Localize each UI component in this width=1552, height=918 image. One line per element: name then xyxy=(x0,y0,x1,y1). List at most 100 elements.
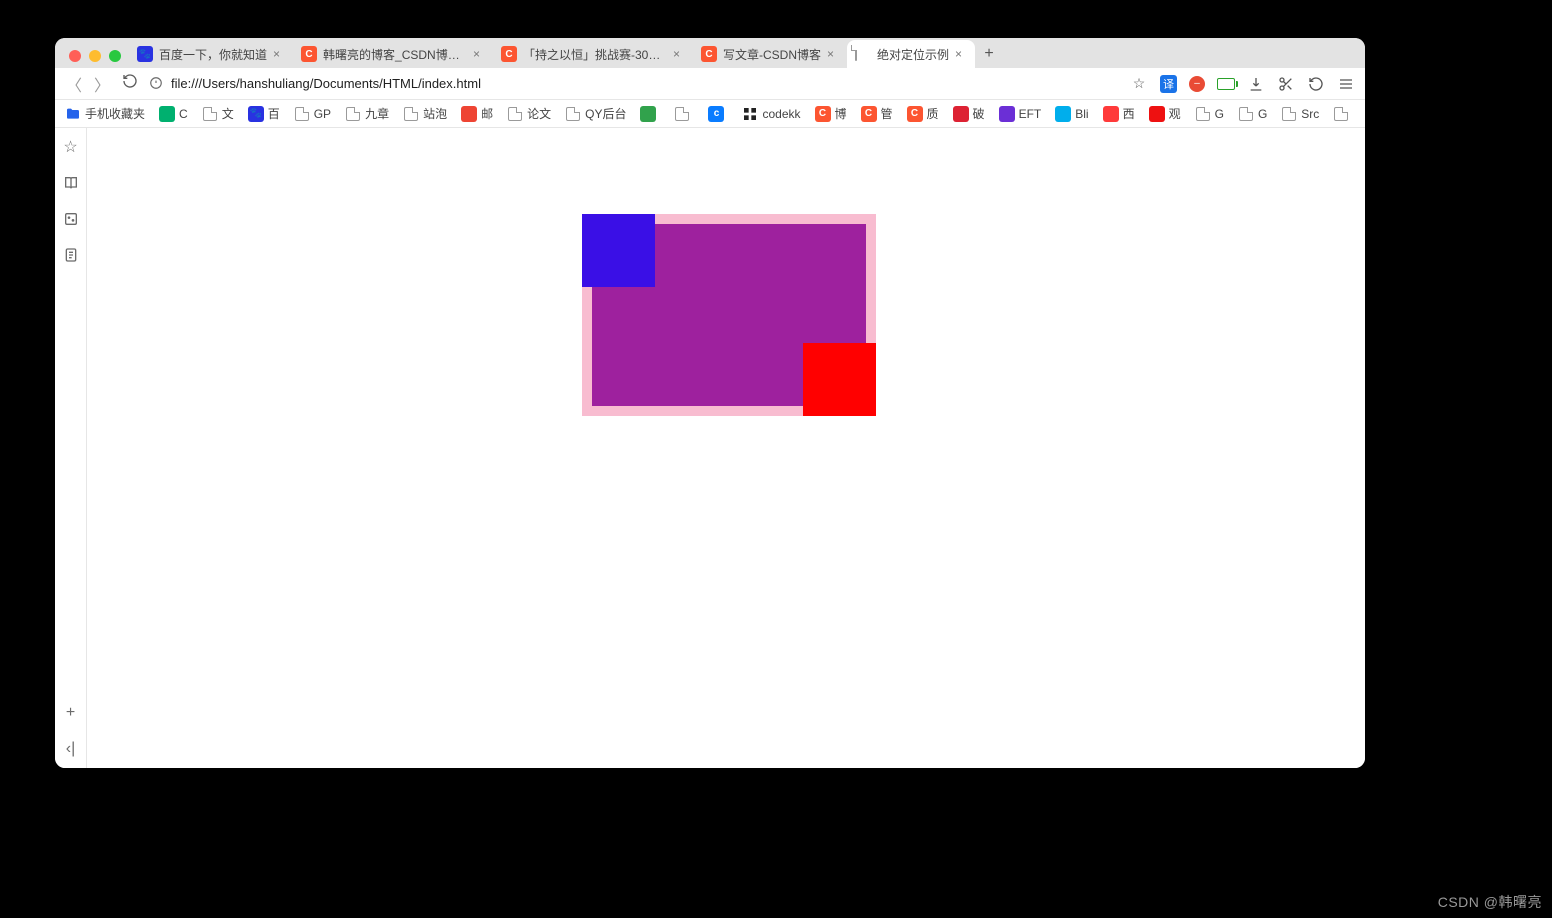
bookmark-item[interactable]: 邮 xyxy=(461,105,493,122)
bookmark-item[interactable]: C xyxy=(159,106,188,122)
page-icon xyxy=(674,106,690,122)
close-tab-icon[interactable]: × xyxy=(673,48,685,60)
close-tab-icon[interactable]: × xyxy=(273,48,285,60)
site-icon xyxy=(1103,106,1119,122)
bookmark-label: 西 xyxy=(1123,105,1135,122)
bookmark-label: 邮 xyxy=(481,105,493,122)
download-icon[interactable] xyxy=(1247,75,1265,93)
bookmark-label: EFT xyxy=(1019,107,1042,121)
browser-tab[interactable]: 绝对定位示例 × xyxy=(847,40,975,68)
minimize-window-button[interactable] xyxy=(89,50,101,62)
bookmark-item[interactable] xyxy=(1333,106,1353,122)
page-icon xyxy=(1195,106,1211,122)
bookmark-item[interactable]: C质 xyxy=(907,105,939,122)
bookmark-item[interactable]: C管 xyxy=(861,105,893,122)
page-icon xyxy=(1333,106,1349,122)
menu-icon[interactable] xyxy=(1337,75,1355,93)
bookmark-label: 管 xyxy=(881,105,893,122)
bookmark-item[interactable]: 手机收藏夹 xyxy=(65,105,145,122)
tab-title: 百度一下，你就知道 xyxy=(159,46,267,63)
undo-icon[interactable] xyxy=(1307,75,1325,93)
baidu-icon: 🐾 xyxy=(248,106,264,122)
bookmark-item[interactable]: G xyxy=(1238,106,1267,122)
add-panel-icon[interactable]: + xyxy=(62,704,80,722)
site-info-icon[interactable] xyxy=(149,76,165,92)
page-icon xyxy=(1281,106,1297,122)
bookmark-item[interactable] xyxy=(640,106,660,122)
bookmark-label: 论文 xyxy=(527,105,551,122)
bookmark-label: 博 xyxy=(835,105,847,122)
new-tab-button[interactable]: + xyxy=(975,40,1003,68)
bookmark-label: 质 xyxy=(927,105,939,122)
address-bar: 〈 〉 file:///Users/hanshuliang/Documents/… xyxy=(55,68,1365,100)
bookmark-item[interactable]: 论文 xyxy=(507,105,551,122)
url-field[interactable]: file:///Users/hanshuliang/Documents/HTML… xyxy=(149,76,1120,92)
close-tab-icon[interactable]: × xyxy=(827,48,839,60)
bookmark-label: G xyxy=(1258,107,1267,121)
tab-title: 绝对定位示例 xyxy=(877,46,949,63)
close-tab-icon[interactable]: × xyxy=(955,48,967,60)
favorites-icon[interactable]: ☆ xyxy=(62,138,80,156)
url-text: file:///Users/hanshuliang/Documents/HTML… xyxy=(171,76,1120,91)
watermark-text: CSDN @韩曙亮 xyxy=(1438,892,1542,912)
page-icon xyxy=(403,106,419,122)
bookmark-item[interactable]: 九章 xyxy=(345,105,389,122)
site-icon xyxy=(159,106,175,122)
bookmark-item[interactable]: Src xyxy=(1281,106,1319,122)
close-tab-icon[interactable]: × xyxy=(473,48,485,60)
reading-list-icon[interactable] xyxy=(62,174,80,192)
page-icon xyxy=(294,106,310,122)
bookmark-star-icon[interactable]: ☆ xyxy=(1130,75,1148,93)
forward-button[interactable]: 〉 xyxy=(93,72,111,96)
bookmark-label: G xyxy=(1215,107,1224,121)
bookmark-label: Src xyxy=(1301,107,1319,121)
bookmark-item[interactable]: 站泡 xyxy=(403,105,447,122)
csdn-icon: C xyxy=(907,106,923,122)
scissors-icon[interactable] xyxy=(1277,75,1295,93)
page-icon xyxy=(507,106,523,122)
bookmark-item[interactable]: 🐾百 xyxy=(248,105,280,122)
grid-icon xyxy=(742,106,758,122)
bookmark-item[interactable]: C博 xyxy=(815,105,847,122)
bookmark-label: 观 xyxy=(1169,105,1181,122)
bookmark-item[interactable] xyxy=(674,106,694,122)
battery-icon xyxy=(1217,75,1235,93)
translate-button[interactable]: 译 xyxy=(1160,75,1177,93)
bookmark-item[interactable]: 西 xyxy=(1103,105,1135,122)
bookmark-item[interactable]: 观 xyxy=(1149,105,1181,122)
reload-button[interactable] xyxy=(121,73,139,94)
bookmark-item[interactable]: c xyxy=(708,106,728,122)
block-icon[interactable]: – xyxy=(1189,76,1205,92)
csdn-icon: C xyxy=(701,46,717,62)
site-icon xyxy=(1149,106,1165,122)
bookmark-label: C xyxy=(179,107,188,121)
bookmark-item[interactable]: G xyxy=(1195,106,1224,122)
side-rail: ☆ + ‹| xyxy=(55,128,87,768)
bookmark-item[interactable]: 破 xyxy=(953,105,985,122)
browser-tab[interactable]: C韩曙亮的博客_CSDN博客-领× xyxy=(293,40,493,68)
notes-icon[interactable] xyxy=(62,246,80,264)
history-icon[interactable] xyxy=(62,210,80,228)
collapse-panel-icon[interactable]: ‹| xyxy=(62,740,80,758)
page-icon xyxy=(202,106,218,122)
close-window-button[interactable] xyxy=(69,50,81,62)
browser-tab[interactable]: C「持之以恒」挑战赛-30天技× xyxy=(493,40,693,68)
bookmark-label: 九章 xyxy=(365,105,389,122)
maximize-window-button[interactable] xyxy=(109,50,121,62)
bookmark-label: GP xyxy=(314,107,331,121)
toolbar-right: ☆ 译 – xyxy=(1130,75,1355,93)
page-icon xyxy=(565,106,581,122)
bookmark-item[interactable]: Bli xyxy=(1055,106,1088,122)
bookmark-item[interactable]: GP xyxy=(294,106,331,122)
demo-outer-box xyxy=(582,214,876,416)
site-icon xyxy=(1055,106,1071,122)
back-button[interactable]: 〈 xyxy=(65,72,83,96)
bookmark-item[interactable]: EFT xyxy=(999,106,1042,122)
bookmark-item[interactable]: QY后台 xyxy=(565,105,626,122)
tab-title: 写文章-CSDN博客 xyxy=(723,46,821,63)
bookmark-item[interactable]: 文 xyxy=(202,105,234,122)
browser-tab[interactable]: C 写文章-CSDN博客 × xyxy=(693,40,847,68)
browser-tab[interactable]: 🐾百度一下，你就知道× xyxy=(129,40,293,68)
bookmark-label: 破 xyxy=(973,105,985,122)
bookmark-item[interactable]: codekk xyxy=(742,106,800,122)
